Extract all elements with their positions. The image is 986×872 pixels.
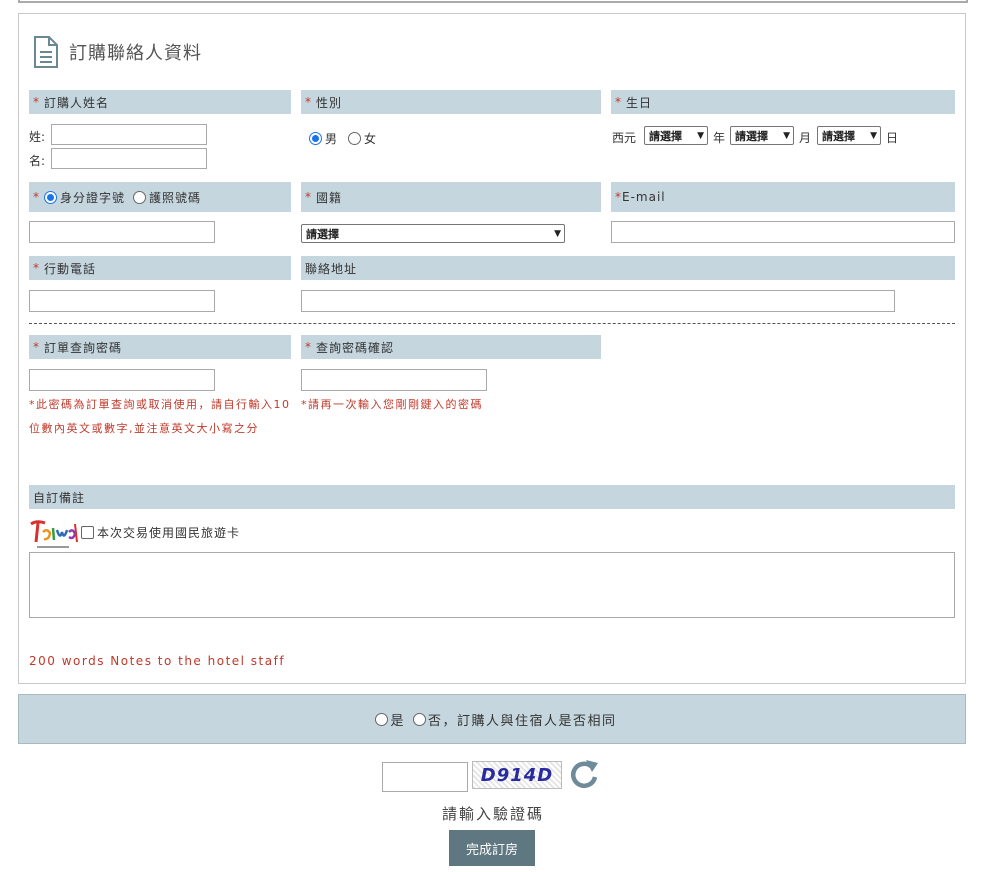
password-confirm-header-label: 查詢密碼確認 [316,340,395,355]
day-unit-label: 日 [886,131,899,145]
password-header: * 訂單查詢密碼 [29,335,291,359]
email-input[interactable] [611,221,955,243]
captcha-code: D914D [480,764,554,786]
captcha-label: 請輸入驗證碼 [441,805,544,823]
same-guest-yes-label: 是 [390,713,405,729]
mobile-input[interactable] [29,290,215,312]
required-mark: * [33,190,40,204]
nationality-select-value: 請選擇 [306,227,339,241]
travel-card-option: 本次交易使用國民旅遊卡 [81,524,240,541]
gender-female-radio[interactable] [348,132,362,145]
birth-month-select[interactable]: 請選擇 ▼ [730,126,794,145]
remarks-textarea[interactable] [29,552,955,618]
chevron-down-icon: ▼ [870,130,877,141]
birth-year-select-value: 請選擇 [649,129,682,143]
travel-card-checkbox[interactable] [81,526,94,539]
nationality-header-label: 國籍 [316,190,343,205]
travel-card-label: 本次交易使用國民旅遊卡 [97,526,241,540]
gender-header-label: 性別 [316,95,343,110]
address-input[interactable] [301,290,895,312]
passport-radio[interactable] [133,190,147,204]
nationality-select[interactable]: 請選擇 ▼ [301,224,565,243]
given-name-label: 名: [29,154,46,168]
birth-day-select-value: 請選擇 [822,129,855,143]
given-name-input[interactable] [51,148,207,169]
section-divider [29,323,955,324]
same-guest-question: ，訂購人與住宿人是否相同 [442,713,617,729]
gender-female-label: 女 [364,132,377,146]
birth-month-select-value: 請選擇 [735,129,768,143]
name-header-label: 訂購人姓名 [44,95,110,110]
captcha-image: D914D [472,761,562,789]
address-header: 聯絡地址 [301,256,955,280]
remarks-note: 200 words Notes to the hotel staff [29,654,286,668]
remarks-header: 自訂備註 [29,485,955,509]
chevron-down-icon: ▼ [554,228,561,239]
year-unit-label: 年 [713,131,726,145]
nationality-header: * 國籍 [301,182,601,212]
mobile-header: * 行動電話 [29,256,291,280]
id-type-header: * 身分證字號 護照號碼 [29,182,291,212]
chevron-down-icon: ▼ [697,130,704,141]
required-mark: * [305,190,312,204]
gender-male-radio[interactable] [309,132,322,145]
required-mark: * [305,340,312,354]
birth-day-select[interactable]: 請選擇 ▼ [817,126,881,145]
email-header: * E-mail [611,182,955,212]
address-header-label: 聯絡地址 [305,261,358,276]
required-mark: * [305,95,312,109]
id-number-input[interactable] [29,221,215,243]
captcha-input[interactable] [382,762,468,792]
same-guest-no-radio[interactable] [412,712,426,726]
birthday-header: * 生日 [611,90,955,114]
mobile-header-label: 行動電話 [44,261,97,276]
gender-male-label: 男 [325,132,338,146]
password-confirm-header: * 查詢密碼確認 [301,335,601,359]
required-mark: * [615,190,622,204]
gender-options: 男 女 [309,130,376,147]
section-title: 訂購聯絡人資料 [33,34,202,70]
required-mark: * [33,261,40,275]
birth-year-select[interactable]: 請選擇 ▼ [644,126,708,145]
gender-header: * 性別 [301,90,601,114]
password-confirm-input[interactable] [301,369,487,391]
required-mark: * [615,95,622,109]
password-header-label: 訂單查詢密碼 [44,340,123,355]
required-mark: * [33,340,40,354]
same-guest-no-label: 否 [427,713,443,729]
same-guest-yes-radio[interactable] [375,712,389,726]
password-input[interactable] [29,369,215,391]
email-header-label: E-mail [622,190,666,204]
password-confirm-note: *請再一次輸入您剛剛鍵入的密碼 [301,398,483,411]
same-guest-bar: 是 否 ，訂購人與住宿人是否相同 [18,694,966,744]
birthday-era-label: 西元 [612,131,637,145]
document-icon [34,36,58,68]
previous-panel-frame [18,0,968,3]
remarks-header-label: 自訂備註 [33,490,86,505]
complete-booking-button[interactable]: 完成訂房 [449,830,535,866]
chevron-down-icon: ▼ [783,130,790,141]
surname-input[interactable] [51,124,207,145]
contact-info-panel: 訂購聯絡人資料 * 訂購人姓名 * 性別 * 生日 姓: 名: 男 女 西元 請… [18,13,966,684]
passport-label: 護照號碼 [149,190,202,205]
section-title-text: 訂購聯絡人資料 [69,43,202,64]
password-note: *此密碼為訂單查詢或取消使用，請自行輸入10位數內英文或數字,並注意英文大小寫之… [29,398,291,435]
month-unit-label: 月 [799,131,812,145]
name-header: * 訂購人姓名 [29,90,291,114]
refresh-icon[interactable] [568,758,600,792]
surname-label: 姓: [29,130,46,144]
taiwan-tourism-logo [30,520,78,548]
birthday-header-label: 生日 [626,95,653,110]
id-number-radio[interactable] [44,190,57,204]
required-mark: * [33,95,40,109]
id-number-label: 身分證字號 [60,190,126,205]
